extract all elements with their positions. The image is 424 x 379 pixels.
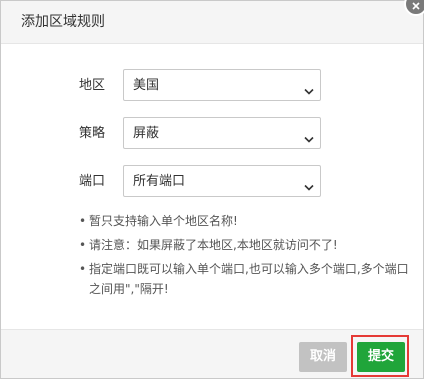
region-label: 地区: [79, 78, 106, 93]
add-region-rule-dialog: 添加区域规则 地区 美国 策略 屏蔽 端口 所有端口 • 暂只支持输入单个地区名…: [0, 0, 424, 379]
submit-button[interactable]: 提交: [357, 342, 405, 372]
port-label: 端口: [79, 174, 106, 189]
chevron-down-icon: [304, 177, 314, 196]
cancel-button[interactable]: 取消: [299, 342, 347, 372]
strategy-label: 策略: [79, 126, 106, 141]
tip-item: • 指定端口既可以输入单个端口,也可以输入多个端口,多个端口之间用","隔开!: [79, 259, 409, 299]
tip-text: 指定端口既可以输入单个端口,也可以输入多个端口,多个端口之间用","隔开!: [89, 262, 409, 296]
dialog-footer: 取消 提交: [1, 329, 423, 378]
strategy-select[interactable]: 屏蔽: [123, 117, 321, 149]
chevron-down-icon: [304, 81, 314, 100]
tip-text: 暂只支持输入单个地区名称!: [89, 214, 238, 228]
tip-text: 请注意：如果屏蔽了本地区,本地区就访问不了!: [89, 238, 338, 252]
strategy-select-value: 屏蔽: [133, 126, 160, 141]
tip-item: • 暂只支持输入单个地区名称!: [79, 211, 409, 231]
region-select[interactable]: 美国: [123, 69, 321, 101]
region-select-value: 美国: [133, 78, 160, 93]
port-select[interactable]: 所有端口: [123, 165, 321, 197]
tip-bullet: •: [79, 238, 87, 252]
port-select-value: 所有端口: [133, 174, 186, 189]
region-row: 地区 美国: [1, 69, 423, 103]
tip-bullet: •: [79, 214, 87, 228]
dialog-title: 添加区域规则: [21, 14, 105, 30]
tips-list: • 暂只支持输入单个地区名称! • 请注意：如果屏蔽了本地区,本地区就访问不了!…: [79, 211, 409, 303]
dialog-header: 添加区域规则: [1, 1, 423, 44]
strategy-row: 策略 屏蔽: [1, 117, 423, 151]
port-row: 端口 所有端口: [1, 165, 423, 199]
tip-item: • 请注意：如果屏蔽了本地区,本地区就访问不了!: [79, 235, 409, 255]
chevron-down-icon: [304, 129, 314, 148]
close-icon: [412, 2, 420, 10]
tip-bullet: •: [79, 262, 87, 276]
